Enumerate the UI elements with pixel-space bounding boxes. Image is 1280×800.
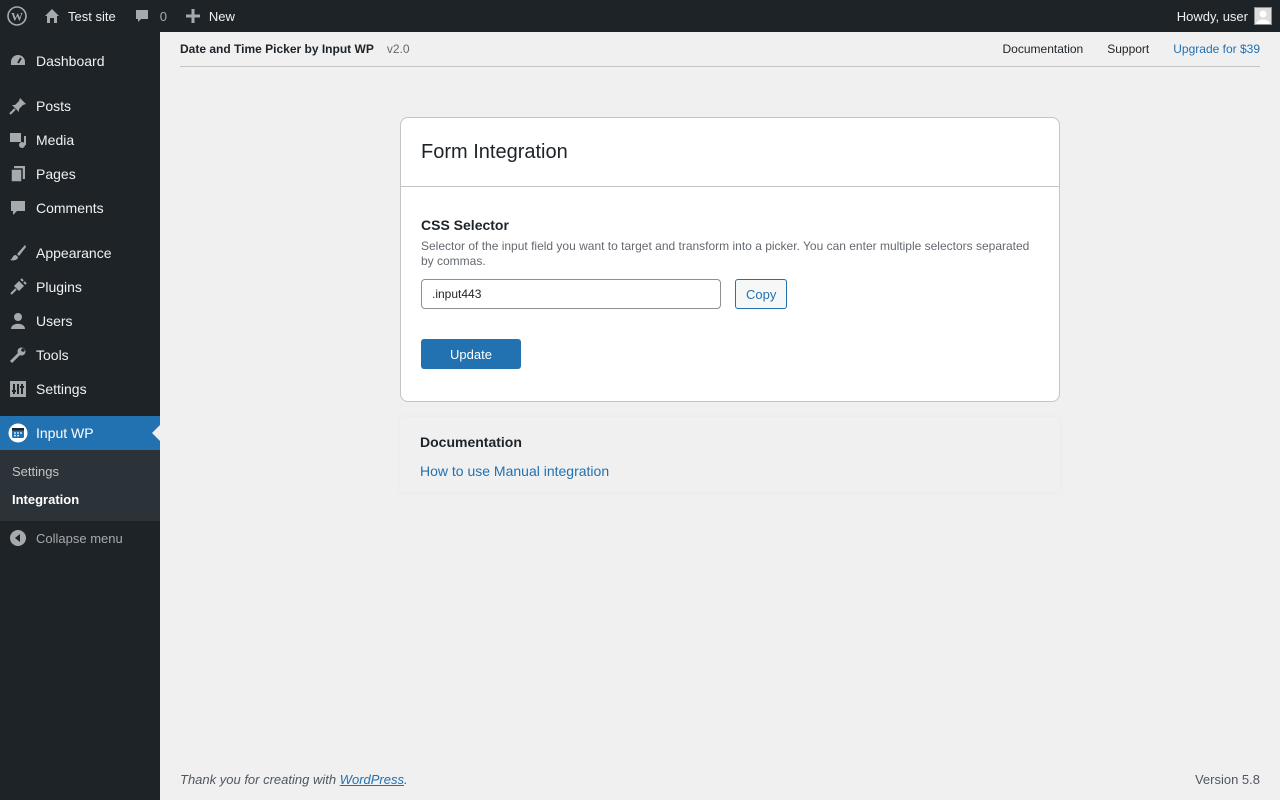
plugin-version: v2.0 <box>386 42 410 56</box>
brush-icon <box>8 243 28 263</box>
sidebar-item-appearance[interactable]: Appearance <box>0 236 160 270</box>
footer-thanks-prefix: Thank you for creating with <box>180 772 340 787</box>
media-icon <box>8 130 28 150</box>
home-icon <box>42 6 62 26</box>
sidebar-item-plugins[interactable]: Plugins <box>0 270 160 304</box>
collapse-label: Collapse menu <box>36 530 123 546</box>
footer-thanks-suffix: . <box>404 772 408 787</box>
admin-sidebar: Dashboard Posts Media Pages Comments App… <box>0 32 160 800</box>
svg-text:W: W <box>11 10 23 24</box>
admin-footer: Thank you for creating with WordPress. V… <box>180 772 1260 787</box>
comment-icon <box>132 6 152 26</box>
howdy-text: Howdy, user <box>1176 8 1248 24</box>
submenu-item-settings[interactable]: Settings <box>0 457 160 485</box>
sidebar-item-comments[interactable]: Comments <box>0 191 160 225</box>
settings-icon <box>8 379 28 399</box>
card-body: CSS Selector Selector of the input field… <box>401 187 1059 369</box>
sidebar-item-label: Appearance <box>36 245 112 261</box>
wrench-icon <box>8 345 28 365</box>
footer-thanks: Thank you for creating with WordPress. <box>180 772 408 787</box>
pin-icon <box>8 96 28 116</box>
comments-count: 0 <box>159 8 167 24</box>
sidebar-item-label: Pages <box>36 166 76 182</box>
form-integration-card: Form Integration CSS Selector Selector o… <box>400 117 1060 402</box>
plug-icon <box>8 277 28 297</box>
sidebar-item-tools[interactable]: Tools <box>0 338 160 372</box>
documentation-title: Documentation <box>420 434 522 450</box>
sidebar-item-label: Users <box>36 313 73 329</box>
collapse-arrow-icon <box>10 530 26 546</box>
plugin-header: Date and Time Picker by Input WP v2.0 Do… <box>180 32 1260 67</box>
manual-integration-link[interactable]: How to use Manual integration <box>420 463 609 479</box>
submenu-item-integration[interactable]: Integration <box>0 485 160 513</box>
wordpress-link[interactable]: WordPress <box>340 772 404 787</box>
plugin-title: Date and Time Picker by Input WP <box>180 42 374 56</box>
sidebar-item-label: Tools <box>36 347 69 363</box>
copy-button[interactable]: Copy <box>735 279 788 309</box>
sidebar-item-label: Input WP <box>36 425 94 441</box>
sidebar-item-dashboard[interactable]: Dashboard <box>0 44 160 78</box>
sidebar-item-users[interactable]: Users <box>0 304 160 338</box>
user-icon <box>8 311 28 331</box>
wordpress-version: Version 5.8 <box>1194 772 1260 787</box>
plugin-header-links: Documentation Support Upgrade for $39 <box>979 42 1260 56</box>
pages-icon <box>8 164 28 184</box>
input-wp-submenu: Settings Integration <box>0 450 160 521</box>
css-selector-row: Copy <box>421 279 1039 309</box>
card-title: Form Integration <box>421 140 568 163</box>
avatar <box>1254 7 1272 25</box>
sidebar-item-label: Posts <box>36 98 72 114</box>
sidebar-item-media[interactable]: Media <box>0 123 160 157</box>
upgrade-link[interactable]: Upgrade for $39 <box>1173 42 1260 56</box>
wordpress-logo-icon[interactable]: W <box>0 0 34 32</box>
dashboard-icon <box>8 51 28 71</box>
support-link[interactable]: Support <box>1107 42 1149 56</box>
sidebar-item-label: Plugins <box>36 279 82 295</box>
comment-icon <box>8 198 28 218</box>
plus-icon <box>183 6 203 26</box>
account-menu[interactable]: Howdy, user <box>1169 0 1280 32</box>
documentation-box: Documentation How to use Manual integrat… <box>400 417 1060 492</box>
new-label: New <box>208 8 235 24</box>
main-content: Date and Time Picker by Input WP v2.0 Do… <box>160 32 1280 800</box>
admin-bar: W Test site 0 New Howdy, user <box>0 0 1280 32</box>
sidebar-item-label: Settings <box>36 381 87 397</box>
sidebar-item-settings[interactable]: Settings <box>0 372 160 406</box>
site-name: Test site <box>68 8 116 24</box>
sidebar-item-label: Comments <box>36 200 104 216</box>
update-button[interactable]: Update <box>421 339 521 369</box>
sidebar-item-label: Dashboard <box>36 53 105 69</box>
site-name-link[interactable]: Test site <box>34 0 124 32</box>
collapse-menu-button[interactable]: Collapse menu <box>0 521 160 555</box>
css-selector-input[interactable] <box>421 279 721 309</box>
comments-link[interactable]: 0 <box>124 0 175 32</box>
css-selector-description: Selector of the input field you want to … <box>421 239 1030 268</box>
card-header: Form Integration <box>401 118 1059 187</box>
sidebar-item-label: Media <box>36 132 75 148</box>
new-content-link[interactable]: New <box>175 0 243 32</box>
input-wp-icon <box>8 423 28 443</box>
documentation-link[interactable]: Documentation <box>1003 42 1084 56</box>
sidebar-item-input-wp[interactable]: Input WP <box>0 416 160 450</box>
sidebar-item-pages[interactable]: Pages <box>0 157 160 191</box>
sidebar-item-posts[interactable]: Posts <box>0 89 160 123</box>
css-selector-label: CSS Selector <box>421 217 509 233</box>
